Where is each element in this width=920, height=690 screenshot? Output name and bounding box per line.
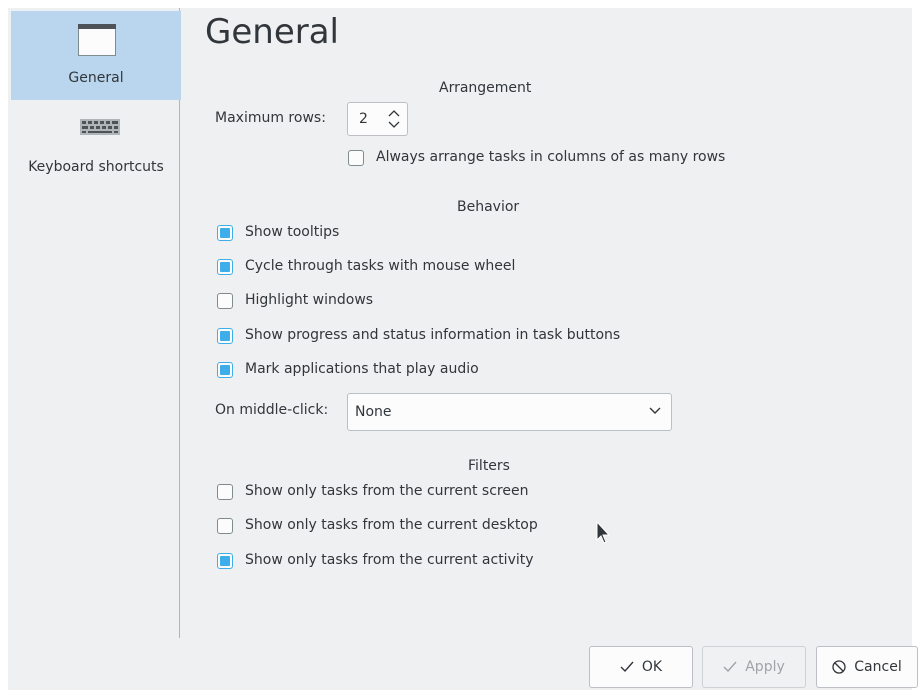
checkbox-label: Show only tasks from the current activit… — [245, 552, 534, 568]
apply-button-label: Apply — [745, 659, 785, 675]
checkmark-icon — [620, 661, 634, 673]
sidebar-item-general[interactable]: General — [11, 11, 181, 100]
section-title-behavior: Behavior — [457, 199, 520, 215]
chevron-down-icon — [649, 407, 661, 414]
ok-button-label: OK — [641, 659, 663, 675]
checkbox-label: Show only tasks from the current desktop — [245, 517, 538, 533]
checkbox-box[interactable] — [217, 328, 233, 344]
checkbox-label: Show tooltips — [245, 224, 340, 240]
checkbox-box[interactable] — [217, 259, 233, 275]
checkbox-box[interactable] — [217, 484, 233, 500]
checkbox-label: Always arrange tasks in columns of as ma… — [376, 149, 726, 165]
max-rows-spinbox[interactable]: 2 — [347, 102, 408, 136]
checkbox-label: Cycle through tasks with mouse wheel — [245, 258, 516, 274]
checkbox-box[interactable] — [348, 150, 364, 166]
checkbox-label: Show only tasks from the current screen — [245, 483, 529, 499]
checkbox-label: Highlight windows — [245, 292, 374, 308]
mouse-cursor-icon — [596, 521, 610, 544]
checkbox-box[interactable] — [217, 553, 233, 569]
middle-click-label: On middle-click: — [215, 402, 329, 418]
middle-click-value: None — [355, 404, 392, 420]
sidebar — [8, 8, 180, 638]
checkbox-box[interactable] — [217, 293, 233, 309]
ok-button[interactable]: OK — [589, 646, 693, 688]
checkbox-box[interactable] — [217, 362, 233, 378]
apply-button[interactable]: Apply — [702, 646, 806, 688]
max-rows-label: Maximum rows: — [215, 110, 326, 126]
cancel-button-label: Cancel — [854, 659, 902, 675]
cancel-button[interactable]: Cancel — [816, 646, 918, 688]
checkmark-icon — [723, 661, 737, 673]
section-title-filters: Filters — [468, 458, 510, 474]
checkbox-box[interactable] — [217, 225, 233, 241]
sidebar-item-label: Keyboard shortcuts — [28, 159, 164, 175]
sidebar-item-label: General — [68, 70, 124, 86]
sidebar-item-keyboard-shortcuts[interactable]: Keyboard shortcuts — [11, 105, 181, 185]
middle-click-dropdown[interactable]: None — [347, 393, 672, 431]
cancel-icon — [832, 660, 846, 674]
spin-arrows-icon[interactable] — [387, 107, 401, 131]
checkbox-label: Show progress and status information in … — [245, 327, 621, 343]
window-icon — [78, 24, 116, 56]
section-title-arrangement: Arrangement — [439, 80, 532, 96]
checkbox-box[interactable] — [217, 518, 233, 534]
checkbox-label: Mark applications that play audio — [245, 361, 479, 377]
max-rows-value: 2 — [359, 111, 368, 127]
keyboard-icon — [80, 119, 120, 135]
page-title: General — [205, 12, 339, 52]
